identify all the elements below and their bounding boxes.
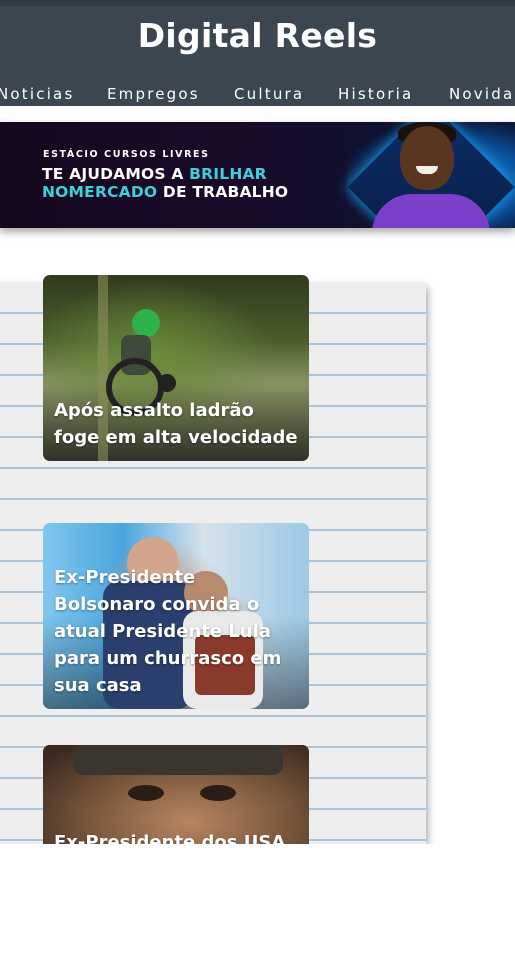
nav-item-historia[interactable]: Historia bbox=[338, 85, 413, 103]
banner-person-head bbox=[400, 126, 454, 190]
article-card[interactable]: Ex-Presidente Bolsonaro convida o atual … bbox=[43, 523, 309, 709]
main-nav: Noticias Empregos Cultura Historia Novid… bbox=[0, 85, 515, 105]
banner-headline-2a: NOMERCADO bbox=[42, 183, 158, 201]
banner-headline-1b: BRILHAR bbox=[189, 165, 267, 183]
nav-item-novidades[interactable]: Novida bbox=[449, 85, 514, 103]
banner-kicker: ESTÁCIO CURSOS LIVRES bbox=[43, 149, 210, 160]
article-card[interactable]: Após assalto ladrão foge em alta velocid… bbox=[43, 275, 309, 461]
site-title[interactable]: Digital Reels bbox=[0, 16, 515, 55]
nav-item-noticias[interactable]: Noticias bbox=[0, 85, 74, 103]
nav-item-cultura[interactable]: Cultura bbox=[234, 85, 304, 103]
banner-headline-2b: DE TRABALHO bbox=[157, 183, 289, 201]
nav-divider-thin bbox=[0, 110, 515, 111]
ad-banner[interactable]: ESTÁCIO CURSOS LIVRES TE AJUDAMOS A BRIL… bbox=[0, 122, 515, 228]
site-header: Digital Reels Noticias Empregos Cultura … bbox=[0, 0, 515, 111]
banner-headline-1: TE AJUDAMOS A BRILHAR bbox=[42, 165, 267, 183]
nav-divider bbox=[0, 106, 515, 108]
article-title[interactable]: Após assalto ladrão foge em alta velocid… bbox=[54, 397, 301, 451]
nav-item-empregos[interactable]: Empregos bbox=[107, 85, 200, 103]
article-title[interactable]: Ex-Presidente Bolsonaro convida o atual … bbox=[54, 564, 301, 699]
banner-headline-2: NOMERCADO DE TRABALHO bbox=[42, 183, 288, 201]
page-blank-area bbox=[0, 844, 515, 957]
banner-headline-1a: TE AJUDAMOS A bbox=[42, 165, 190, 183]
